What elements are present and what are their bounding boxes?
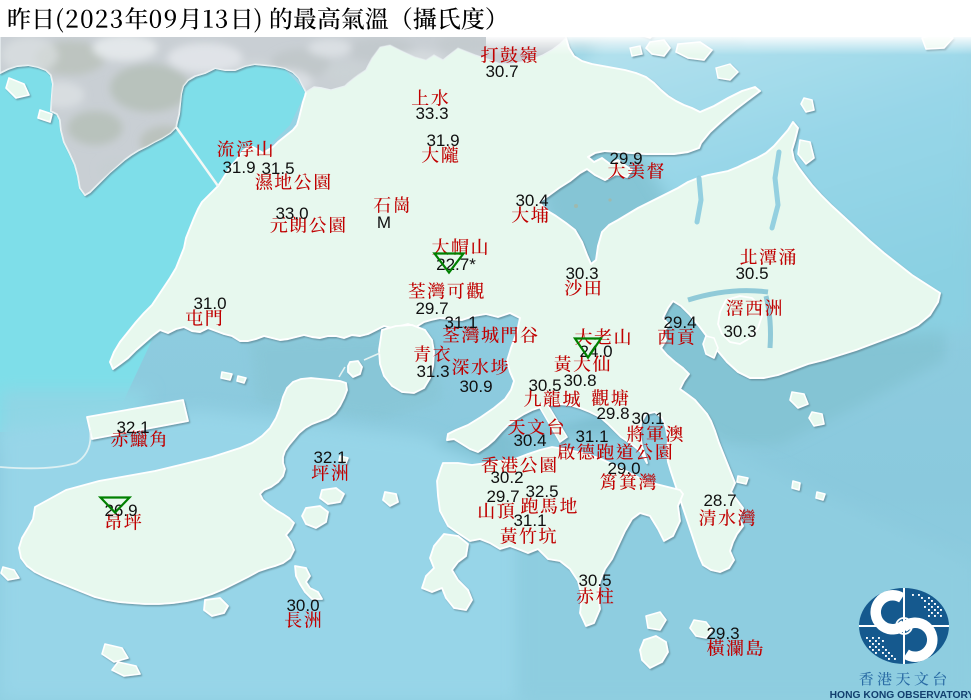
svg-text:29.8: 29.8 <box>596 404 629 423</box>
svg-text:31.1: 31.1 <box>575 427 608 446</box>
svg-text:HONG KONG OBSERVATORY: HONG KONG OBSERVATORY <box>830 690 971 700</box>
svg-text:31.9: 31.9 <box>222 158 255 177</box>
svg-text:31.9: 31.9 <box>426 131 459 150</box>
svg-text:30.3: 30.3 <box>723 322 756 341</box>
svg-text:30.5: 30.5 <box>735 264 768 283</box>
svg-text:30.0: 30.0 <box>286 596 319 615</box>
svg-text:33.0: 33.0 <box>275 204 308 223</box>
svg-text:30.4: 30.4 <box>513 431 546 450</box>
svg-text:31.3: 31.3 <box>416 362 449 381</box>
svg-text:30.2: 30.2 <box>490 468 523 487</box>
svg-text:31.0: 31.0 <box>193 294 226 313</box>
svg-text:31.1: 31.1 <box>444 313 477 332</box>
svg-text:M: M <box>377 213 391 232</box>
svg-text:31.1: 31.1 <box>513 511 546 530</box>
svg-text:30.5: 30.5 <box>578 571 611 590</box>
svg-text:29.0: 29.0 <box>607 459 640 478</box>
svg-text:30.8: 30.8 <box>563 371 596 390</box>
svg-text:30.1: 30.1 <box>631 409 664 428</box>
svg-text:30.5: 30.5 <box>528 376 561 395</box>
svg-text:26.9: 26.9 <box>104 501 137 520</box>
svg-text:30.3: 30.3 <box>565 264 598 283</box>
svg-text:29.7: 29.7 <box>486 487 519 506</box>
svg-text:30.7: 30.7 <box>485 62 518 81</box>
svg-text:29.3: 29.3 <box>706 624 739 643</box>
svg-text:32.1: 32.1 <box>116 418 149 437</box>
svg-text:29.4: 29.4 <box>663 313 696 332</box>
svg-text:31.5: 31.5 <box>261 159 294 178</box>
svg-text:33.3: 33.3 <box>415 104 448 123</box>
svg-text:32.5: 32.5 <box>525 482 558 501</box>
svg-text:28.7: 28.7 <box>703 491 736 510</box>
svg-text:32.1: 32.1 <box>313 448 346 467</box>
svg-text:29.9: 29.9 <box>609 149 642 168</box>
svg-text:30.4: 30.4 <box>515 191 548 210</box>
svg-text:30.9: 30.9 <box>459 377 492 396</box>
